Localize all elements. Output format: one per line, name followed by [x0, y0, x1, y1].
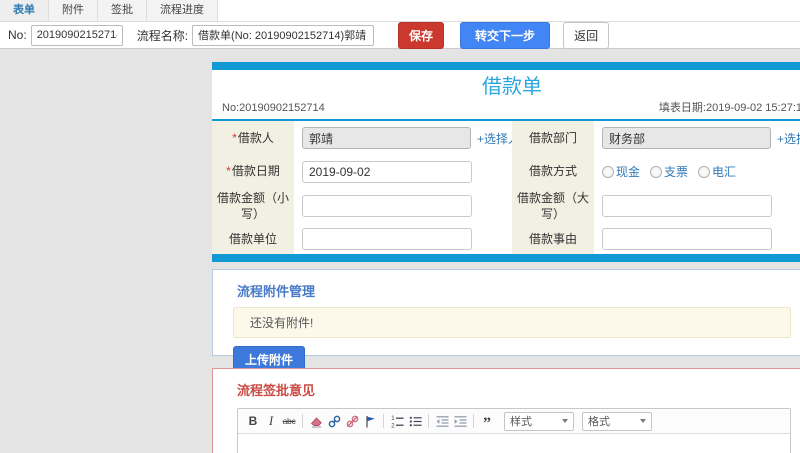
form-bottom-bar [212, 254, 800, 262]
toolbar-separator [428, 414, 429, 428]
loan-date-field [294, 155, 512, 188]
amount-lowercase-field [294, 188, 512, 224]
approval-heading: 流程签批意见 [237, 383, 316, 398]
required-asterisk: * [232, 130, 237, 145]
loan-date-input[interactable] [302, 160, 472, 183]
attachments-heading: 流程附件管理 [237, 284, 316, 299]
editor-content-area[interactable] [238, 434, 790, 453]
amount-uppercase-field [594, 188, 800, 224]
loan-unit-label: 借款单位 [212, 224, 294, 254]
form-meta: No:20190902152714 填表日期:2019-09-02 15:27:… [212, 102, 800, 119]
amount-lowercase-input[interactable] [302, 195, 472, 217]
process-name-label: 流程名称: [136, 28, 189, 43]
unlink-icon[interactable] [343, 412, 361, 430]
loan-reason-field [594, 224, 800, 254]
anchor-flag-icon[interactable] [361, 412, 379, 430]
required-asterisk: * [226, 164, 231, 179]
loan-reason-input[interactable] [602, 228, 772, 250]
no-label: No: [8, 28, 27, 42]
ordered-list-icon[interactable]: 12 [388, 412, 406, 430]
borrower-label: *借款人 [212, 121, 294, 155]
form-title: 借款单 [482, 76, 542, 98]
process-name-input[interactable] [192, 24, 375, 46]
chevron-down-icon [640, 419, 646, 423]
radio-icon [650, 165, 663, 178]
unordered-list-icon[interactable] [406, 412, 424, 430]
loan-method-field: 现金 支票 电汇 [594, 155, 800, 188]
tab-form[interactable]: 表单 [0, 0, 49, 21]
tabbar-spacer [218, 0, 800, 21]
amount-uppercase-label: 借款金额（大写） [512, 188, 594, 224]
no-input[interactable] [30, 24, 123, 46]
loan-date-label: *借款日期 [212, 155, 294, 188]
chevron-down-icon [562, 419, 568, 423]
toolbar-separator [383, 414, 384, 428]
app-screen: 表单 附件 签批 流程进度 No: 流程名称: 保存 转交下一步 返回 借款单 … [0, 0, 800, 453]
italic-icon[interactable]: I [262, 412, 280, 430]
borrower-input[interactable] [302, 127, 471, 149]
loan-reason-label: 借款事由 [512, 224, 594, 254]
form-no-text: No:20190902152714 [222, 102, 325, 114]
blockquote-icon[interactable]: ” [478, 409, 496, 433]
form-grid: *借款人 +选择人员 借款部门 +选择部门 *借款日期 借款方式 现金 支票 电… [212, 119, 800, 254]
amount-lowercase-label: 借款金额（小写） [212, 188, 294, 224]
editor-toolbar: B I abc 12 ” 样式 格式 [238, 409, 790, 434]
rich-text-editor: B I abc 12 ” 样式 格式 [237, 408, 791, 453]
toolbar-separator [302, 414, 303, 428]
strikethrough-icon[interactable]: abc [280, 412, 298, 430]
loan-unit-input[interactable] [302, 228, 472, 250]
back-button[interactable]: 返回 [563, 21, 610, 49]
radio-icon [602, 165, 614, 178]
borrower-field: +选择人员 [294, 121, 532, 155]
remove-format-icon[interactable] [307, 412, 325, 430]
save-button[interactable]: 保存 [398, 21, 445, 49]
outdent-icon[interactable] [433, 412, 451, 430]
form-top-bar [212, 62, 800, 70]
form-date-text: 填表日期:2019-09-02 15:27:1 [658, 102, 800, 114]
bold-icon[interactable]: B [244, 412, 262, 430]
tab-bar: 表单 附件 签批 流程进度 [0, 0, 800, 22]
toolbar-separator [473, 414, 474, 428]
tab-attachments[interactable]: 附件 [49, 0, 98, 21]
indent-icon[interactable] [451, 412, 469, 430]
tab-process-progress[interactable]: 流程进度 [147, 0, 218, 21]
tab-approval[interactable]: 签批 [98, 0, 147, 21]
department-label: 借款部门 [512, 121, 594, 155]
department-input[interactable] [602, 127, 771, 149]
amount-uppercase-input[interactable] [602, 195, 772, 217]
radio-icon [698, 165, 711, 178]
command-bar: No: 流程名称: 保存 转交下一步 返回 [0, 21, 800, 49]
approval-card: 流程签批意见 B I abc 1 2 ” 样式 格式 [212, 368, 800, 453]
forward-next-step-button[interactable]: 转交下一步 [460, 21, 551, 49]
no-attachments-alert: 还没有附件! [233, 307, 791, 338]
svg-text:1: 1 [391, 416, 395, 422]
attachments-card: 流程附件管理 还没有附件! 上传附件 [212, 269, 800, 373]
department-field: +选择部门 [594, 121, 800, 155]
select-department-link[interactable]: +选择部门 [777, 130, 800, 147]
style-select[interactable]: 样式 [504, 411, 574, 431]
radio-cash[interactable]: 现金 [602, 163, 640, 180]
loan-form-card: 借款单 No:20190902152714 填表日期:2019-09-02 15… [212, 62, 800, 262]
svg-text:2: 2 [391, 423, 395, 428]
radio-wire-transfer[interactable]: 电汇 [698, 163, 736, 180]
radio-cheque[interactable]: 支票 [650, 163, 688, 180]
loan-method-label: 借款方式 [512, 155, 594, 188]
link-icon[interactable] [325, 412, 343, 430]
format-select[interactable]: 格式 [582, 411, 652, 431]
loan-unit-field [294, 224, 512, 254]
